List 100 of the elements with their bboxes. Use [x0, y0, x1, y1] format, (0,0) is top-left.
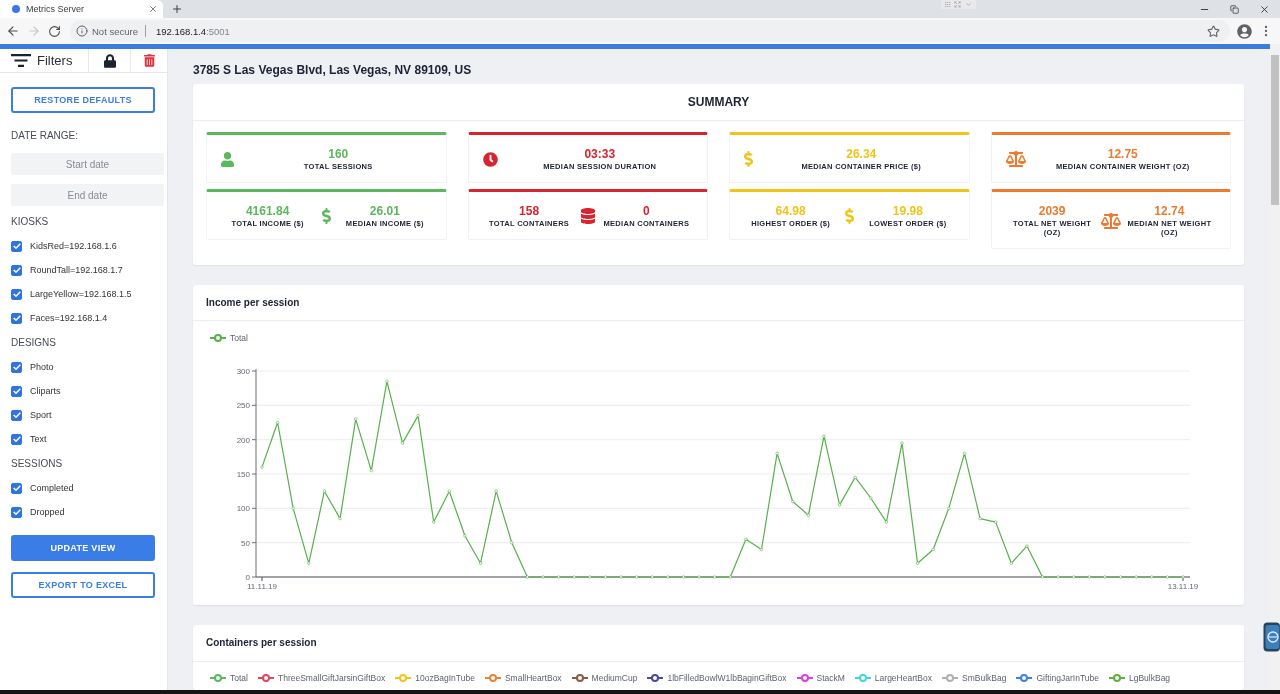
legend-label: LgBulkBag	[1128, 673, 1171, 683]
checkbox-label[interactable]: Faces=192.168.1.4	[30, 313, 108, 323]
data-point	[759, 547, 764, 552]
checkbox[interactable]	[11, 264, 22, 276]
data-point	[666, 575, 670, 579]
filter-icon[interactable]	[11, 54, 31, 67]
data-point	[416, 414, 420, 418]
data-point	[838, 503, 842, 507]
back-arrow-icon[interactable]	[5, 24, 20, 38]
stat-value: 4161.84	[245, 204, 290, 218]
checkbox-label[interactable]: Photo	[30, 362, 54, 372]
checkbox[interactable]	[11, 433, 22, 445]
checkbox[interactable]	[11, 240, 22, 252]
check-icon	[12, 291, 21, 297]
section-label: KIOSKS	[11, 216, 49, 228]
legend-label: 10ozBagInTube	[415, 673, 475, 683]
checkbox-label[interactable]: Completed	[30, 483, 74, 493]
data-point	[291, 506, 295, 510]
trash-icon[interactable]	[143, 54, 155, 67]
check-icon	[12, 364, 21, 370]
checkbox-label[interactable]: Text	[30, 434, 47, 444]
data-point	[260, 465, 264, 469]
data-point	[1181, 575, 1185, 579]
checkbox-label[interactable]: LargeYellow=192.168.1.5	[30, 289, 132, 299]
data-point	[697, 575, 701, 579]
checkbox[interactable]	[11, 312, 22, 324]
data-point	[775, 451, 779, 455]
data-point	[1040, 575, 1045, 579]
info-icon[interactable]	[76, 25, 88, 37]
data-point	[400, 441, 405, 445]
data-point	[525, 575, 529, 579]
data-point	[744, 537, 748, 541]
checkbox-label[interactable]: RoundTall=192.168.1.7	[30, 265, 123, 275]
dollar-icon	[744, 151, 753, 167]
reload-icon[interactable]	[48, 24, 61, 38]
data-point	[1118, 575, 1123, 579]
data-point	[962, 451, 967, 455]
check-icon	[12, 315, 21, 321]
check-icon	[12, 267, 21, 273]
data-point	[478, 561, 483, 565]
data-point	[947, 506, 951, 510]
checkbox[interactable]	[11, 482, 22, 494]
checkbox-label[interactable]: Dropped	[30, 507, 65, 517]
data-point	[603, 575, 607, 579]
plus-icon[interactable]	[171, 3, 183, 15]
legend-label: LargeHeartBox	[874, 673, 932, 683]
data-point	[494, 489, 498, 493]
data-point	[978, 517, 982, 521]
checkbox[interactable]	[11, 506, 22, 518]
browser-tab[interactable]: Metrics Server	[0, 0, 163, 18]
checkbox-label[interactable]: KidsRed=192.168.1.6	[30, 241, 117, 251]
star-icon[interactable]	[1207, 24, 1220, 38]
legend-label: GiftingJarInTube	[1036, 673, 1099, 683]
data-point	[557, 575, 561, 579]
data-point	[1025, 544, 1029, 548]
data-point	[1009, 561, 1013, 565]
checkbox[interactable]	[11, 409, 22, 421]
dot-icon	[12, 5, 20, 13]
section-label: DESIGNS	[11, 337, 56, 349]
lock-icon[interactable]	[103, 53, 116, 68]
restore-icon[interactable]	[1229, 4, 1239, 14]
account-icon[interactable]	[1237, 23, 1252, 39]
checkbox[interactable]	[11, 288, 22, 300]
axis-tick-label: 300	[236, 367, 250, 376]
stat-value: 12.75	[1107, 147, 1138, 161]
restore-defaults-button[interactable]: RESTORE DEFAULTS	[11, 87, 155, 113]
checkbox-label[interactable]: Cliparts	[30, 386, 61, 396]
stat-value: 160	[328, 147, 349, 161]
user-icon	[221, 151, 234, 167]
data-point	[447, 489, 451, 493]
update-view-button[interactable]: UPDATE VIEW	[11, 535, 155, 561]
close-icon[interactable]	[148, 4, 158, 14]
axis-tick-label: 50	[241, 538, 250, 548]
data-point	[1056, 575, 1060, 579]
dollar-icon	[844, 208, 854, 224]
data-point	[853, 475, 857, 480]
checkbox[interactable]	[11, 361, 22, 373]
checkbox-label[interactable]: Sport	[30, 410, 52, 420]
tab-title: Metrics Server	[26, 4, 85, 14]
legend-label: SmallHeartBox	[504, 673, 562, 683]
legend-label: 1lbFilledBowlW1lbBaginGiftBox	[667, 673, 787, 683]
scrollbar-thumb[interactable]	[1271, 55, 1279, 205]
close-icon[interactable]	[1258, 3, 1270, 15]
checkbox[interactable]	[11, 385, 22, 397]
data-point	[1165, 575, 1169, 579]
start-date-field[interactable]: Start date	[11, 153, 164, 175]
data-point	[900, 441, 904, 445]
stat-value: 26.34	[846, 147, 877, 161]
export-button[interactable]: EXPORT TO EXCEL	[11, 572, 155, 598]
check-icon	[12, 412, 21, 418]
data-point	[1087, 575, 1091, 579]
check-icon	[12, 509, 21, 515]
legend-label: Total	[230, 673, 248, 683]
data-point	[510, 541, 514, 545]
axis-tick-label: 100	[236, 504, 250, 514]
end-date-field[interactable]: End date	[11, 184, 164, 206]
database-icon	[580, 208, 595, 224]
address-bar[interactable]: Not secure 192.168.1.4:5001	[70, 20, 1230, 42]
security-label: Not secure	[92, 25, 138, 37]
data-point	[728, 575, 732, 579]
